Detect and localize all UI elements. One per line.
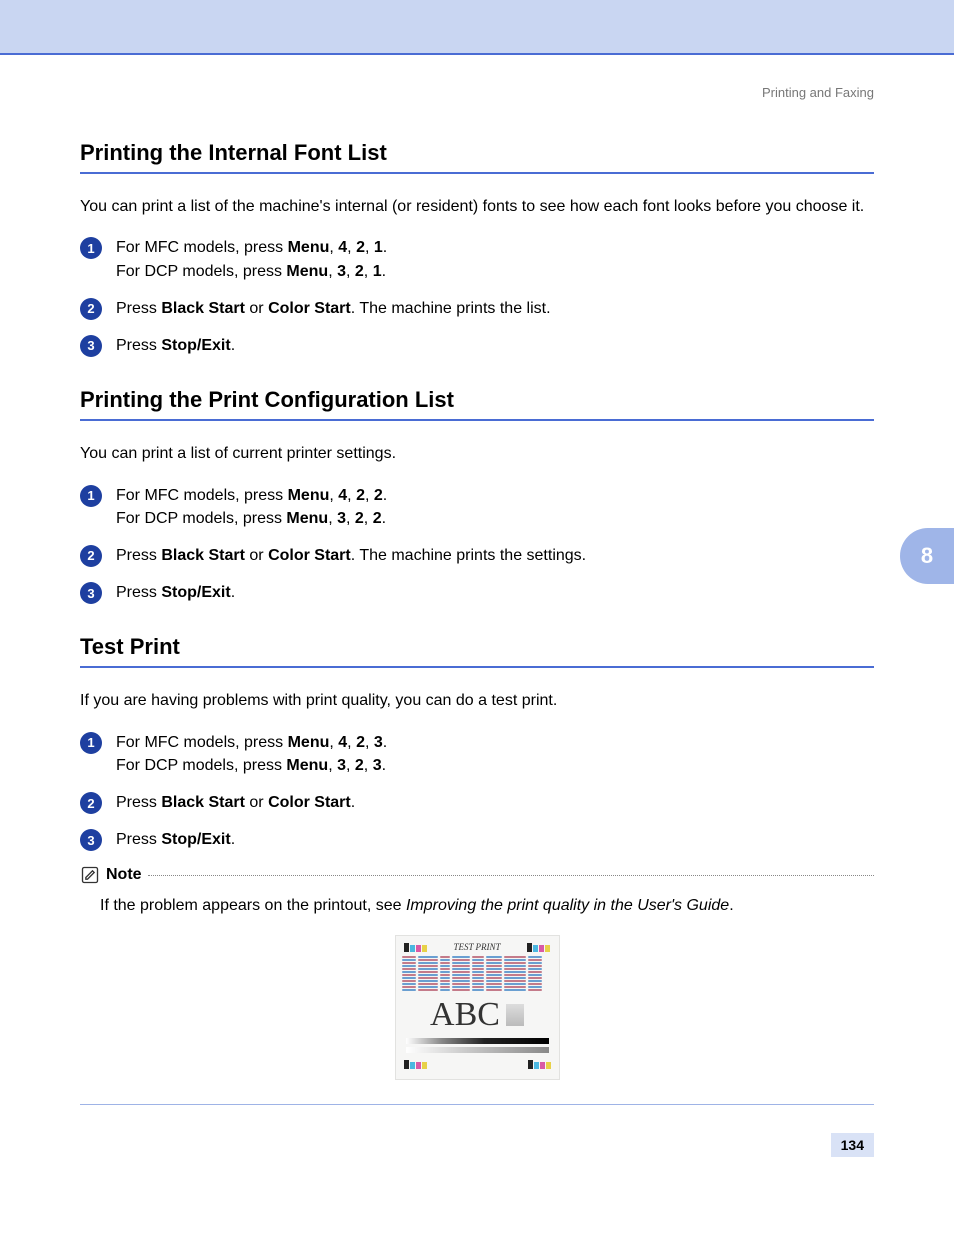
step-badge-3: 3	[80, 582, 102, 604]
heading-font-list: Printing the Internal Font List	[80, 140, 874, 174]
step-badge-3: 3	[80, 829, 102, 851]
heading-config-list: Printing the Print Configuration List	[80, 387, 874, 421]
test-print-illustration: TEST PRINT ABC	[395, 935, 560, 1080]
step-badge-2: 2	[80, 545, 102, 567]
step-badge-2: 2	[80, 298, 102, 320]
note-header: Note	[80, 865, 874, 885]
step-1-test: 1 For MFC models, press Menu, 4, 2, 3. F…	[80, 731, 874, 777]
step-3-config: 3 Press Stop/Exit.	[80, 581, 874, 604]
chapter-tab[interactable]: 8	[900, 528, 954, 584]
page-content: Printing and Faxing Printing the Interna…	[0, 55, 954, 1080]
heading-test-print: Test Print	[80, 634, 874, 668]
step-badge-3: 3	[80, 335, 102, 357]
cmyk-swatch-icon	[404, 1060, 427, 1069]
step-badge-1: 1	[80, 485, 102, 507]
step-badge-1: 1	[80, 732, 102, 754]
step-1-config: 1 For MFC models, press Menu, 4, 2, 2. F…	[80, 484, 874, 530]
step-3-fontlist: 3 Press Stop/Exit.	[80, 334, 874, 357]
cmyk-swatch-icon	[528, 1060, 551, 1069]
intro-font-list: You can print a list of the machine's in…	[80, 196, 874, 218]
step-badge-2: 2	[80, 792, 102, 814]
top-band	[0, 0, 954, 55]
grey-swatch-icon	[506, 1004, 524, 1026]
test-print-abc: ABC	[430, 996, 500, 1034]
page-footer-rule	[80, 1104, 874, 1105]
step-2-test: 2 Press Black Start or Color Start.	[80, 791, 874, 814]
test-print-title: TEST PRINT	[453, 942, 500, 952]
cmyk-swatch-icon	[404, 943, 427, 952]
gradient-bars	[402, 1038, 553, 1053]
pencil-note-icon	[80, 865, 100, 885]
step-3-test: 3 Press Stop/Exit.	[80, 828, 874, 851]
note-body: If the problem appears on the printout, …	[100, 897, 874, 915]
step-2-fontlist: 2 Press Black Start or Color Start. The …	[80, 297, 874, 320]
intro-test-print: If you are having problems with print qu…	[80, 690, 874, 712]
breadcrumb: Printing and Faxing	[80, 85, 874, 100]
step-1-fontlist: 1 For MFC models, press Menu, 4, 2, 1. F…	[80, 236, 874, 282]
step-2-config: 2 Press Black Start or Color Start. The …	[80, 544, 874, 567]
note-separator	[148, 875, 874, 876]
intro-config-list: You can print a list of current printer …	[80, 443, 874, 465]
test-print-text-block	[402, 956, 553, 991]
note-label: Note	[106, 866, 142, 884]
cmyk-swatch-icon	[527, 943, 550, 952]
step-badge-1: 1	[80, 237, 102, 259]
page-number: 134	[831, 1133, 874, 1157]
